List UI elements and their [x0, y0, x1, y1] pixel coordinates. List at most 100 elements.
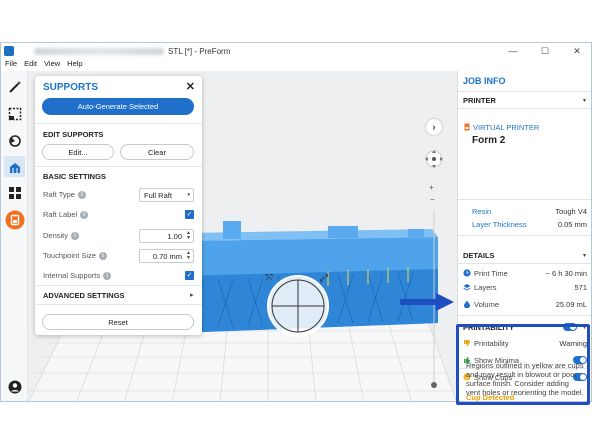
printer-orange-icon — [5, 210, 24, 229]
menu-file[interactable]: File — [5, 59, 17, 70]
touchpoint-stepper[interactable]: 0.70 mm ▲ ▼ — [139, 249, 194, 263]
raft-label-checkbox[interactable]: ✓ — [185, 210, 194, 219]
layer-thickness-label: Layer Thickness — [472, 220, 527, 229]
volume-value: 25.09 mL — [555, 300, 587, 309]
print-time-value: ~ 6 h 30 min — [545, 269, 587, 278]
camera-nav-control[interactable] — [424, 149, 444, 169]
maximize-button[interactable]: ☐ — [537, 44, 553, 58]
resin-value: Tough V4 — [555, 207, 587, 216]
clear-supports-button[interactable]: Clear — [120, 144, 194, 160]
window-title: STL [*] - PreForm — [168, 46, 231, 56]
menu-edit[interactable]: Edit — [24, 59, 37, 70]
divider — [458, 235, 591, 236]
resin-label: Resin — [472, 207, 492, 216]
info-icon[interactable]: i — [77, 190, 86, 199]
density-row: Density i — [43, 231, 80, 240]
divider — [458, 108, 591, 109]
printability-toggle[interactable] — [563, 323, 577, 331]
touchpoint-row: Touchpoint Size i — [43, 251, 107, 260]
menu-bar: File Edit View Help — [1, 59, 83, 70]
layer-thickness-value: 0.05 mm — [557, 220, 587, 229]
supports-panel: SUPPORTS ✕ Auto-Generate Selected EDIT S… — [35, 76, 202, 335]
printability-label: Printability — [474, 339, 509, 348]
thumbs-down-icon — [464, 340, 470, 346]
blurred-file-name — [34, 47, 164, 55]
info-icon[interactable]: i — [80, 210, 89, 219]
raft-type-value: Full Raft — [144, 190, 172, 200]
menu-view[interactable]: View — [44, 59, 60, 70]
minimize-button[interactable]: — — [505, 44, 521, 58]
zoom-in-button[interactable]: + — [429, 183, 434, 192]
divider — [458, 263, 591, 264]
account-button[interactable] — [4, 376, 25, 397]
preform-window: STL [*] - PreForm — ☐ ✕ File Edit View H… — [0, 42, 592, 402]
edit-supports-button[interactable]: Edit... — [42, 144, 114, 160]
menu-help[interactable]: Help — [67, 59, 82, 70]
printability-heading: PRINTABILITY — [463, 323, 515, 332]
selection-tool[interactable] — [4, 103, 25, 124]
raft-label-row: Raft Label i — [43, 210, 89, 219]
preform-logo-icon — [4, 46, 14, 56]
layers-label: Layers — [474, 283, 497, 292]
user-account-icon — [8, 380, 21, 393]
layers-value: 571 — [574, 283, 587, 292]
stepper-arrows-icon[interactable]: ▲ ▼ — [186, 251, 191, 261]
left-toolbar — [1, 71, 28, 401]
internal-supports-label: Internal Supports — [43, 271, 101, 280]
svg-text:⤢: ⤢ — [320, 273, 328, 284]
printer-section-toggle[interactable]: PRINTER — [463, 96, 496, 105]
layout-grid-icon — [8, 186, 21, 199]
orientation-tool[interactable] — [4, 130, 25, 151]
supports-icon — [9, 162, 20, 173]
job-info-panel: JOB INFO PRINTER ▾ VIRTUAL PRINTER Form … — [457, 71, 591, 401]
advanced-settings-toggle[interactable]: ADVANCED SETTINGS — [43, 291, 125, 300]
volume-drop-icon — [464, 300, 470, 308]
close-supports-icon[interactable]: ✕ — [186, 80, 195, 93]
volume-label: Volume — [474, 300, 500, 309]
info-icon[interactable]: i — [98, 251, 107, 260]
stepper-arrows-icon[interactable]: ▲ ▼ — [186, 231, 191, 241]
info-icon[interactable]: i — [103, 271, 112, 280]
magic-wand-icon — [8, 80, 21, 93]
raft-type-row: Raft Type i — [43, 190, 86, 199]
density-label: Density — [43, 231, 69, 240]
magic-wand-tool[interactable] — [4, 76, 25, 97]
touchpoint-label: Touchpoint Size — [43, 251, 96, 260]
auto-generate-button[interactable]: Auto-Generate Selected — [42, 98, 194, 115]
chevron-down-icon[interactable]: ▾ — [583, 324, 586, 331]
chevron-right-icon[interactable]: ▸ — [190, 291, 194, 299]
print-job-tool[interactable] — [4, 209, 25, 230]
cup-detected-message: Regions outlined in yellow are cups and … — [466, 361, 584, 397]
supports-title: SUPPORTS — [43, 82, 99, 93]
supports-tool[interactable] — [4, 156, 25, 177]
zoom-out-button[interactable]: − — [430, 195, 435, 204]
svg-text:⤧: ⤧ — [265, 273, 273, 284]
divider — [35, 123, 202, 124]
view-cube-icon — [425, 150, 443, 168]
layout-tool[interactable] — [4, 182, 25, 203]
divider — [458, 91, 591, 92]
reset-button[interactable]: Reset — [42, 314, 194, 330]
chevron-down-icon[interactable]: ▾ — [583, 252, 586, 259]
title-bar: STL [*] - PreForm — ☐ ✕ — [1, 43, 591, 59]
internal-supports-checkbox[interactable]: ✓ — [185, 271, 194, 280]
virtual-printer-label: VIRTUAL PRINTER — [473, 123, 540, 132]
divider — [35, 285, 202, 286]
blue-arrow-icon — [400, 293, 454, 311]
divider — [35, 166, 202, 167]
collapse-panel-button[interactable]: › — [426, 119, 442, 135]
info-icon[interactable]: i — [71, 231, 80, 240]
details-section-toggle[interactable]: DETAILS — [463, 251, 495, 260]
raft-label-label: Raft Label — [43, 210, 78, 219]
raft-type-label: Raft Type — [43, 190, 75, 199]
job-info-title: JOB INFO — [463, 76, 506, 86]
layers-icon — [463, 284, 471, 291]
density-stepper[interactable]: 1.00 ▲ ▼ — [139, 229, 194, 243]
chevron-down-icon[interactable]: ▾ — [583, 97, 586, 104]
divider — [35, 304, 202, 305]
close-window-button[interactable]: ✕ — [569, 44, 585, 58]
chevron-right-icon: › — [432, 122, 436, 132]
print-time-label: Print Time — [474, 269, 508, 278]
touchpoint-value: 0.70 mm — [152, 251, 182, 261]
raft-type-select[interactable]: Full Raft ▾ — [139, 188, 194, 202]
